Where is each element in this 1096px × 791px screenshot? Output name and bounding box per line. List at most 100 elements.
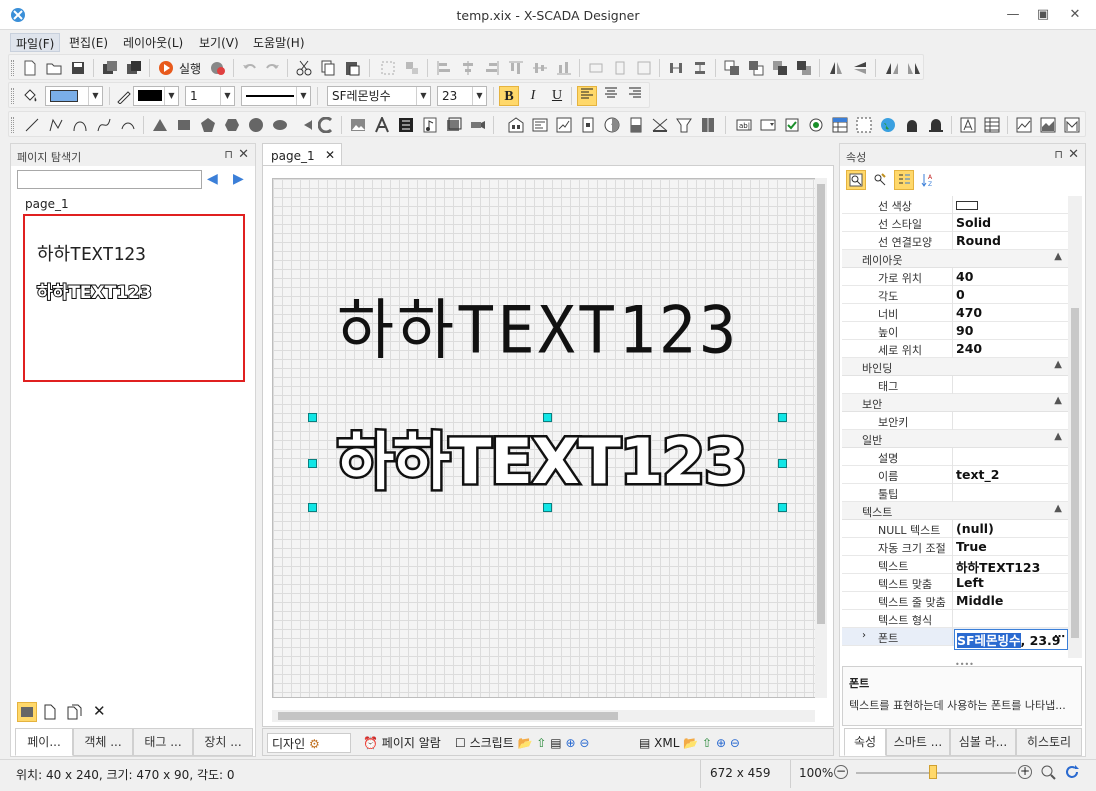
building-symbol-icon[interactable] [507,116,525,134]
label-control-icon[interactable] [959,116,977,134]
property-row[interactable]: NULL 텍스트 (null) [842,520,1068,538]
chord-tool-icon[interactable] [317,116,335,134]
redo-icon[interactable] [263,59,281,77]
property-row[interactable]: 텍스트 맞춤 Left [842,574,1068,592]
property-category[interactable]: 텍스트 ▲ [842,502,1068,520]
duplicate-page-icon[interactable] [67,704,83,723]
zoom-in-icon[interactable]: + [1018,765,1032,779]
align-middle-icon[interactable] [531,59,549,77]
property-row[interactable]: 설명 [842,448,1068,466]
canvas-horizontal-scrollbar[interactable] [272,710,815,722]
menu-view[interactable]: 보기(V) [194,33,244,52]
next-page-icon[interactable]: ▶ [233,171,251,189]
font-size-dropdown[interactable]: 23 ▼ [437,86,487,106]
expand-icon[interactable]: › [862,630,866,641]
property-row[interactable]: 선 스타일 Solid [842,214,1068,232]
tab-history[interactable]: 히스토리 [1016,728,1082,756]
property-row[interactable]: 선 색상 [842,196,1068,214]
group-icon[interactable] [379,59,397,77]
digital-text-tool-icon[interactable] [397,116,415,134]
run-label[interactable]: 실행 [179,60,201,77]
radio-control-icon[interactable] [807,116,825,134]
property-row-font[interactable]: › 폰트 SF레몬빙수, 23.9 ⋯ [842,628,1068,650]
tab-pages[interactable]: 페이... [15,728,73,756]
property-value[interactable]: Middle [956,593,1003,608]
bold-button[interactable]: B [499,86,519,106]
sort-category-icon[interactable] [894,170,914,190]
refresh-icon[interactable] [1064,764,1080,783]
pie-tool-icon[interactable] [295,116,313,134]
line-width-dropdown[interactable]: 1 ▼ [185,86,235,106]
combobox-control-icon[interactable] [759,116,777,134]
property-value[interactable]: Solid [956,215,991,230]
run-icon[interactable] [157,59,175,77]
previous-page-icon[interactable]: ◀ [207,171,225,189]
grid-control-icon[interactable] [831,116,849,134]
design-canvas[interactable]: 하하TEXT123 하하TEXT123 [272,178,817,698]
browser-control-icon[interactable] [879,116,897,134]
property-value[interactable] [956,197,978,213]
menu-file[interactable]: 파일(F) [10,33,61,52]
property-value[interactable]: 470 [956,305,982,320]
resize-handle[interactable] [308,459,317,468]
distribute-horizontal-icon[interactable] [667,59,685,77]
toolbar-grip[interactable] [11,117,14,133]
toolbar-grip[interactable] [11,60,14,76]
menu-layout[interactable]: 레이아웃(L) [118,33,188,52]
pentagon-tool-icon[interactable] [199,116,217,134]
property-row[interactable]: 보안키 [842,412,1068,430]
tab-script[interactable]: ☐ 스크립트 📂 ⇧ ▤ ⊕ ⊖ [451,733,593,753]
ellipse-tool-icon[interactable] [271,116,289,134]
same-width-icon[interactable] [587,59,605,77]
fill-color-dropdown[interactable]: ▼ [45,86,103,106]
text-align-right-button[interactable] [625,86,645,106]
align-bottom-icon[interactable] [555,59,573,77]
resize-handle[interactable] [778,413,787,422]
collapse-icon[interactable]: ▲ [1054,503,1062,514]
line-tool-icon[interactable] [23,116,41,134]
tab-smart[interactable]: 스마트 ... [886,728,950,756]
resize-handle[interactable] [543,503,552,512]
property-row[interactable]: 텍스트 줄 맞춤 Middle [842,592,1068,610]
scrollbar-thumb[interactable] [278,712,618,720]
camera-tool-icon[interactable] [469,116,487,134]
italic-button[interactable]: I [523,86,543,106]
property-row[interactable]: 세로 위치 240 [842,340,1068,358]
tab-devices[interactable]: 장치 ... [193,728,253,756]
property-row[interactable]: 높이 90 [842,322,1068,340]
property-value[interactable]: 240 [956,341,982,356]
close-button[interactable]: ✕ [1060,4,1090,26]
page-search-input[interactable] [17,170,202,189]
collapse-icon[interactable]: ▲ [1054,251,1062,262]
undo-icon[interactable] [241,59,259,77]
table-control-icon[interactable] [983,116,1001,134]
tab-design[interactable]: 디자인 ⚙ [267,733,351,753]
property-category[interactable]: 레이아웃 ▲ [842,250,1068,268]
thumbnail-view-icon[interactable] [17,702,37,722]
hexagon-tool-icon[interactable] [223,116,241,134]
slider-symbol-icon[interactable] [579,116,597,134]
zoom-out-icon[interactable]: − [834,765,848,779]
align-left-icon[interactable] [435,59,453,77]
line-color-dropdown[interactable]: ▼ [133,86,179,106]
canvas-vertical-scrollbar[interactable] [815,178,827,698]
close-tab-icon[interactable]: ✕ [325,148,335,162]
fill-color-icon[interactable] [21,87,39,105]
align-right-icon[interactable] [483,59,501,77]
bar-chart-icon[interactable] [1063,116,1081,134]
copy-icon[interactable] [319,59,337,77]
text-align-center-button[interactable] [601,86,621,106]
property-value[interactable]: text_2 [956,467,999,482]
arc-tool-icon[interactable] [119,116,137,134]
tank-symbol-icon[interactable] [627,116,645,134]
resize-handle[interactable] [543,413,552,422]
tab-objects[interactable]: 객체 ... [73,728,133,756]
events-view-icon[interactable] [870,170,890,190]
close-panel-icon[interactable]: ✕ [1068,147,1079,162]
property-row[interactable]: 각도 0 [842,286,1068,304]
property-value[interactable]: Round [956,233,1001,248]
tab-xml[interactable]: ▤ XML 📂 ⇧ ⊕ ⊖ [635,733,744,753]
property-row[interactable]: 가로 위치 40 [842,268,1068,286]
dial-control-icon[interactable] [903,116,921,134]
text-object-1[interactable]: 하하TEXT123 [337,277,797,372]
